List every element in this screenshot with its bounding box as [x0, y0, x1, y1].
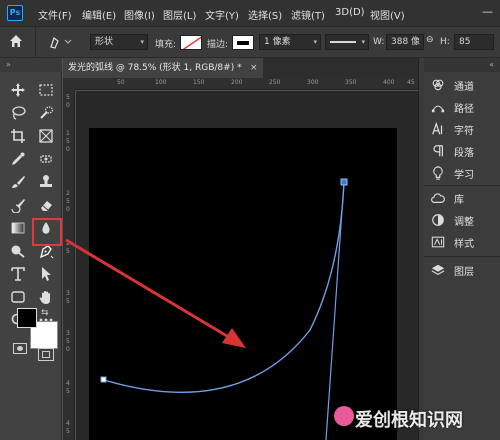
anchor-point-end[interactable] [340, 178, 348, 186]
learn-icon [430, 165, 446, 181]
paragraph-icon [430, 143, 446, 159]
panel-label: 库 [454, 194, 464, 206]
panel-dock-header: « [424, 58, 500, 72]
anchor-point-start[interactable] [100, 376, 107, 383]
divider [424, 185, 500, 186]
styles-icon [430, 234, 446, 250]
panel-adjustments[interactable]: 调整 [424, 209, 500, 231]
curve-path [103, 181, 345, 394]
annotation-arrow [65, 238, 233, 341]
layers-icon [430, 262, 446, 278]
panel-paths[interactable]: 路径 [424, 96, 500, 118]
panel-learn[interactable]: 学习 [424, 162, 500, 184]
panel-label: 样式 [454, 238, 474, 250]
panel-label: 学习 [454, 169, 474, 181]
panel-label: 段落 [454, 147, 474, 159]
divider [424, 256, 500, 257]
watermark: 爱创根知识网 [355, 410, 463, 431]
adjustments-icon [430, 212, 446, 228]
panel-dock: « 通道 路径 字符 段落 学习 库 调整 样式 图层 [424, 58, 500, 440]
panel-channels[interactable]: 通道 [424, 74, 500, 96]
panel-label: 字符 [454, 125, 474, 137]
paths-icon [430, 99, 446, 115]
annotation-arrowhead [222, 328, 246, 348]
panel-layers[interactable]: 图层 [424, 259, 500, 281]
libraries-icon [430, 190, 446, 206]
watermark-logo [334, 406, 354, 426]
panel-label: 路径 [454, 103, 474, 115]
panel-label: 图层 [454, 266, 474, 278]
panel-label: 通道 [454, 81, 474, 93]
panel-libraries[interactable]: 库 [424, 187, 500, 209]
collapse-icon[interactable]: « [489, 60, 494, 69]
panel-paragraph[interactable]: 段落 [424, 140, 500, 162]
panel-styles[interactable]: 样式 [424, 231, 500, 253]
channels-icon [430, 77, 446, 93]
character-icon [430, 121, 446, 137]
direction-handle-line [325, 181, 345, 440]
panel-character[interactable]: 字符 [424, 118, 500, 140]
panel-label: 调整 [454, 216, 474, 228]
